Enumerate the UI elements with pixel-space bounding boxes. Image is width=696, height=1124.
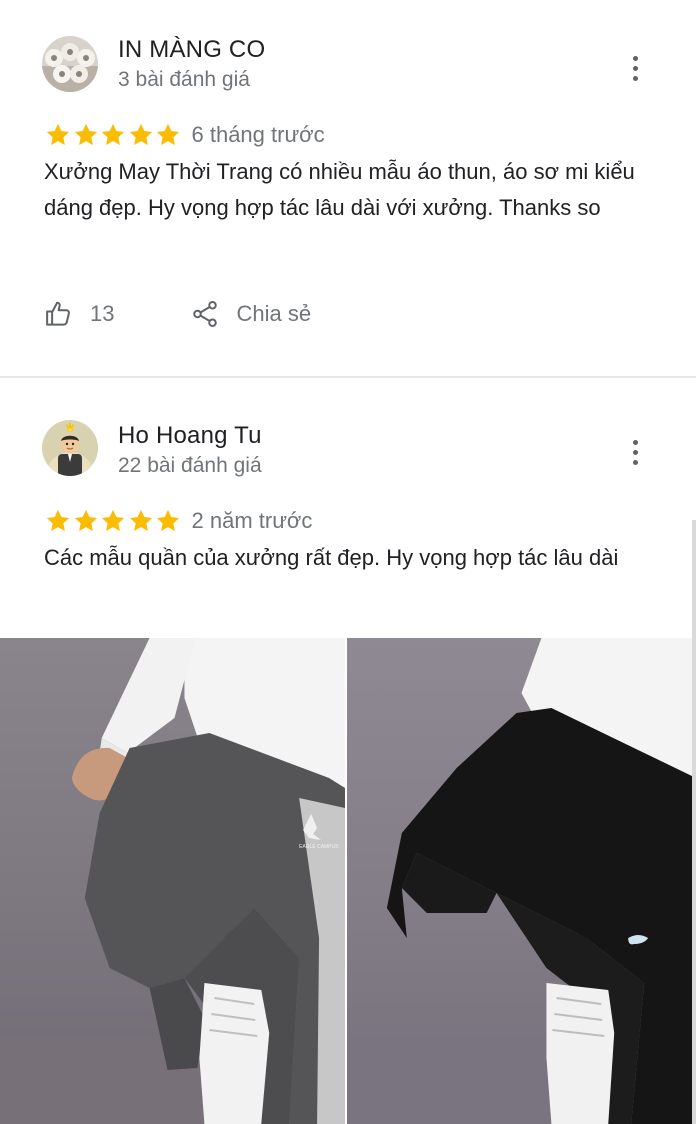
like-count: 13	[90, 301, 115, 326]
more-vertical-icon	[632, 439, 638, 445]
reviewer-name[interactable]: IN MÀNG CO	[118, 36, 265, 64]
more-vertical-icon	[632, 55, 638, 61]
star-icon	[101, 509, 125, 532]
reviewer-review-count[interactable]: 22 bài đánh giá	[118, 454, 262, 478]
review-actions: 13 Chia sẻ	[44, 296, 311, 332]
review-time: 2 năm trước	[191, 508, 313, 533]
star-icon	[46, 123, 70, 146]
star-icon	[46, 509, 70, 532]
star-icon	[156, 509, 180, 532]
reviewer-review-count[interactable]: 3 bài đánh giá	[118, 68, 250, 92]
review-card-1: IN MÀNG CO 3 bài đánh giá 6 tháng trước …	[0, 0, 696, 378]
review-photos: EAGLE CAMPUS	[0, 638, 696, 1124]
reviewer-avatar[interactable]	[42, 36, 98, 92]
star-icon	[129, 509, 152, 532]
star-icon	[101, 123, 125, 146]
reviewer-name[interactable]: Ho Hoang Tu	[118, 422, 262, 450]
more-options-button[interactable]	[622, 434, 648, 470]
star-icon	[74, 509, 97, 532]
review-text: Xưởng May Thời Trang có nhiều mẫu áo thu…	[44, 159, 635, 220]
share-label: Chia sẻ	[236, 301, 312, 326]
star-rating: 2 năm trước	[44, 506, 312, 536]
black-jogger-image	[347, 638, 696, 1124]
share-icon	[193, 301, 218, 327]
like-button[interactable]: 13	[44, 299, 114, 329]
pants-logo-text: EAGLE CAMPUS	[299, 844, 339, 850]
black-jogger-pants-photo[interactable]	[347, 638, 696, 1124]
review-card-2: Ho Hoang Tu 22 bài đánh giá 2 năm trước …	[0, 380, 696, 1124]
plastic-roll-avatar-icon	[42, 36, 98, 92]
star-icon	[74, 123, 97, 146]
star-rating: 6 tháng trước	[44, 120, 325, 150]
reviewer-avatar[interactable]	[42, 420, 98, 476]
scrollbar[interactable]	[692, 520, 696, 1124]
grey-jogger-pants-photo[interactable]: EAGLE CAMPUS	[0, 638, 345, 1124]
grey-jogger-image: EAGLE CAMPUS	[0, 638, 345, 1124]
share-button[interactable]: Chia sẻ	[190, 299, 311, 329]
review-time: 6 tháng trước	[191, 122, 325, 147]
review-text: Các mẫu quần của xưởng rất đẹp. Hy vọng …	[44, 545, 619, 570]
star-icon	[129, 123, 152, 146]
more-options-button[interactable]	[622, 50, 648, 86]
cartoon-person-avatar-icon	[42, 420, 98, 476]
star-icon	[156, 123, 180, 146]
thumbs-up-icon	[46, 301, 70, 326]
